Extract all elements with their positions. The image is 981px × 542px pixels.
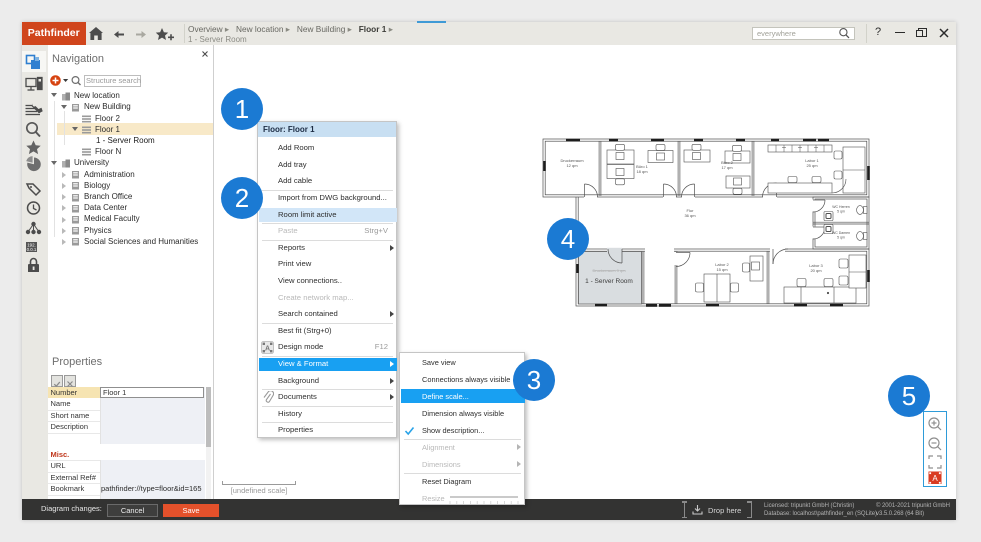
svg-text:18 qm: 18 qm <box>636 169 648 174</box>
svg-text:5 qm: 5 qm <box>837 210 845 214</box>
svg-text:WC Damen: WC Damen <box>832 231 850 235</box>
svg-text:15 qm: 15 qm <box>716 267 728 272</box>
svg-text:Druckerraum 9 qm: Druckerraum 9 qm <box>592 268 626 273</box>
svg-text:12 qm: 12 qm <box>566 163 578 168</box>
svg-text:25 qm: 25 qm <box>806 163 818 168</box>
svg-text:5 qm: 5 qm <box>837 236 845 240</box>
svg-text:WC Herren: WC Herren <box>832 205 850 209</box>
svg-text:0.0.1: 0.0.1 <box>27 247 37 252</box>
svg-text:20 qm: 20 qm <box>810 268 822 273</box>
svg-text:A: A <box>932 474 938 483</box>
svg-text:17 qm: 17 qm <box>721 165 733 170</box>
svg-text:1 - Server Room: 1 - Server Room <box>585 278 633 285</box>
svg-text:A: A <box>265 346 270 353</box>
svg-text:36 qm: 36 qm <box>684 213 696 218</box>
